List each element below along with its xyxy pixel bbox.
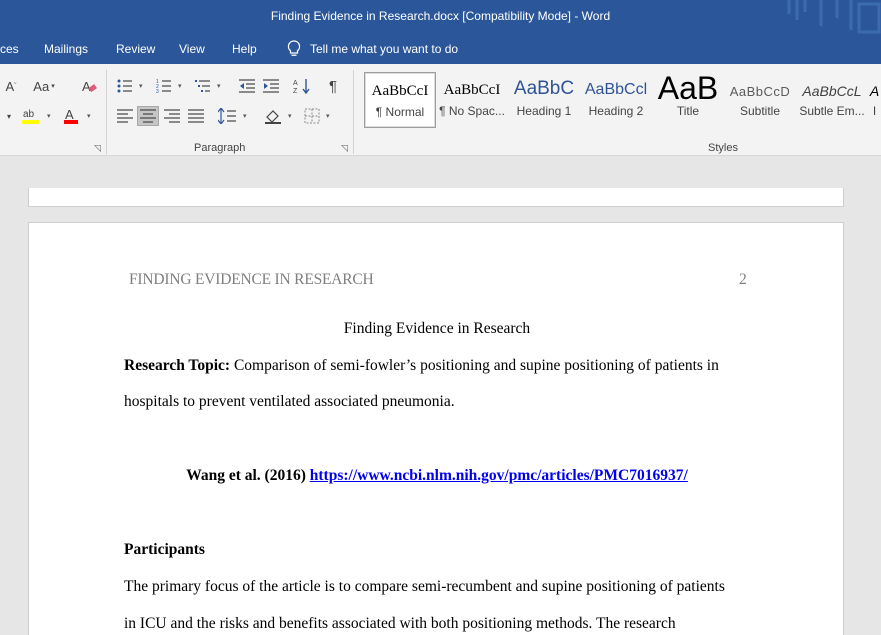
style-heading-2[interactable]: AaBbCcl Heading 2 (580, 72, 652, 128)
style-emphasis[interactable]: A I (868, 72, 881, 128)
font-dropdown-icon[interactable]: ▾ (0, 106, 20, 126)
svg-text:A: A (65, 107, 74, 122)
style-name: ¶ No Spac... (439, 104, 505, 118)
research-topic-text: Comparison of semi-fowler’s positioning … (230, 357, 719, 374)
borders-icon[interactable] (301, 106, 323, 126)
tab-references[interactable]: ces (0, 42, 19, 56)
highlight-icon[interactable]: ab (20, 106, 42, 126)
home-ribbon: Aˇ Aa ▾ A ▾ ab ▾ A ▾ ◹ ▾ 123 ▾ ▾ AZ ¶ ▾ … (0, 64, 881, 156)
group-divider (353, 70, 354, 154)
svg-text:3: 3 (156, 89, 159, 93)
align-left-icon[interactable] (114, 106, 136, 126)
font-color-icon[interactable]: A (60, 106, 82, 126)
style-sample: A (869, 83, 880, 99)
tab-review[interactable]: Review (116, 42, 155, 56)
style-name: Subtitle (739, 104, 781, 118)
paragraph-line: The primary focus of the article is to c… (124, 578, 725, 595)
document-page[interactable]: FINDING EVIDENCE IN RESEARCH 2 Finding E… (28, 222, 844, 635)
tell-me-text: Tell me what you want to do (310, 41, 459, 56)
show-formatting-icon[interactable]: ¶ (322, 76, 344, 96)
line-spacing-icon[interactable] (216, 106, 238, 126)
style-sample: AaB (657, 72, 719, 104)
style-sample: AaBbCcD (729, 84, 791, 99)
style-name: Heading 2 (588, 104, 644, 118)
tell-me-box[interactable]: Tell me what you want to do (287, 40, 458, 57)
shading-icon[interactable] (262, 106, 284, 126)
style-name: Heading 1 (516, 104, 572, 118)
style-sample: AaBbC (513, 78, 575, 99)
ribbon-tabs: ces Mailings Review View Help Tell me wh… (0, 34, 881, 64)
style-normal[interactable]: AaBbCcI ¶ Normal (364, 72, 436, 128)
align-right-icon[interactable] (161, 106, 183, 126)
style-no-spacing[interactable]: AaBbCcI ¶ No Spac... (436, 72, 508, 128)
title-bar-pattern (787, 0, 881, 34)
svg-text:ab: ab (23, 109, 35, 120)
style-sample: AaBbCcl (584, 81, 648, 98)
style-name: I (872, 104, 877, 118)
paragraph-line: in ICU and the risks and benefits associ… (124, 615, 676, 632)
decrease-indent-icon[interactable] (236, 76, 258, 96)
numbering-icon[interactable]: 123 (153, 76, 175, 96)
style-sample: AaBbCcI (371, 83, 429, 99)
citation-line: Wang et al. (2016) https://www.ncbi.nlm.… (29, 467, 845, 485)
style-subtle-emphasis[interactable]: AaBbCcL Subtle Em... (796, 72, 868, 128)
running-head: FINDING EVIDENCE IN RESEARCH (129, 271, 374, 288)
group-divider (106, 70, 107, 154)
title-bar: Finding Evidence in Research.docx [Compa… (0, 0, 881, 34)
tab-help[interactable]: Help (232, 42, 257, 56)
style-subtitle[interactable]: AaBbCcD Subtitle (724, 72, 796, 128)
page-number: 2 (739, 271, 747, 288)
sort-icon[interactable]: AZ (291, 76, 313, 96)
style-title[interactable]: AaB Title (652, 72, 724, 128)
paragraph-group-label: Paragraph (194, 142, 246, 154)
justify-center-icon[interactable] (137, 106, 159, 126)
styles-group-label: Styles (708, 142, 738, 154)
research-topic-label: Research Topic: (124, 357, 231, 374)
change-case-button[interactable]: Aa ▾ (30, 76, 58, 96)
style-name: ¶ Normal (375, 105, 425, 119)
increase-indent-icon[interactable] (260, 76, 282, 96)
style-heading-1[interactable]: AaBbC Heading 1 (508, 72, 580, 128)
style-name: Title (676, 104, 700, 118)
font-dialog-launcher-icon[interactable]: ◹ (94, 143, 101, 154)
clear-formatting-icon[interactable]: A (78, 76, 100, 96)
bullets-icon[interactable] (114, 76, 136, 96)
svg-text:A: A (293, 80, 298, 87)
window-title: Finding Evidence in Research.docx [Compa… (270, 9, 611, 23)
section-heading: Participants (124, 541, 205, 558)
citation-text: Wang et al. (2016) (186, 467, 310, 484)
multilevel-list-icon[interactable] (192, 76, 214, 96)
style-sample: AaBbCcL (802, 83, 862, 99)
citation-link[interactable]: https://www.ncbi.nlm.nih.gov/pmc/article… (310, 467, 688, 484)
research-topic-continued: hospitals to prevent ventilated associat… (124, 393, 455, 410)
research-topic-line: Research Topic: Comparison of semi-fowle… (124, 357, 719, 375)
justify-icon[interactable] (185, 106, 207, 126)
document-title: Finding Evidence in Research (343, 320, 531, 337)
svg-text:A: A (82, 79, 91, 94)
paragraph-dialog-launcher-icon[interactable]: ◹ (341, 143, 348, 154)
style-name: Subtle Em... (799, 104, 865, 118)
shrink-font-icon[interactable]: Aˇ (2, 76, 20, 96)
style-sample: AaBbCcI (443, 82, 501, 98)
change-case-label: Aa (33, 78, 50, 94)
lightbulb-icon (287, 40, 301, 56)
tab-mailings[interactable]: Mailings (44, 42, 88, 56)
svg-text:Z: Z (293, 88, 298, 94)
tab-view[interactable]: View (179, 42, 205, 56)
previous-page-bottom (28, 188, 844, 207)
